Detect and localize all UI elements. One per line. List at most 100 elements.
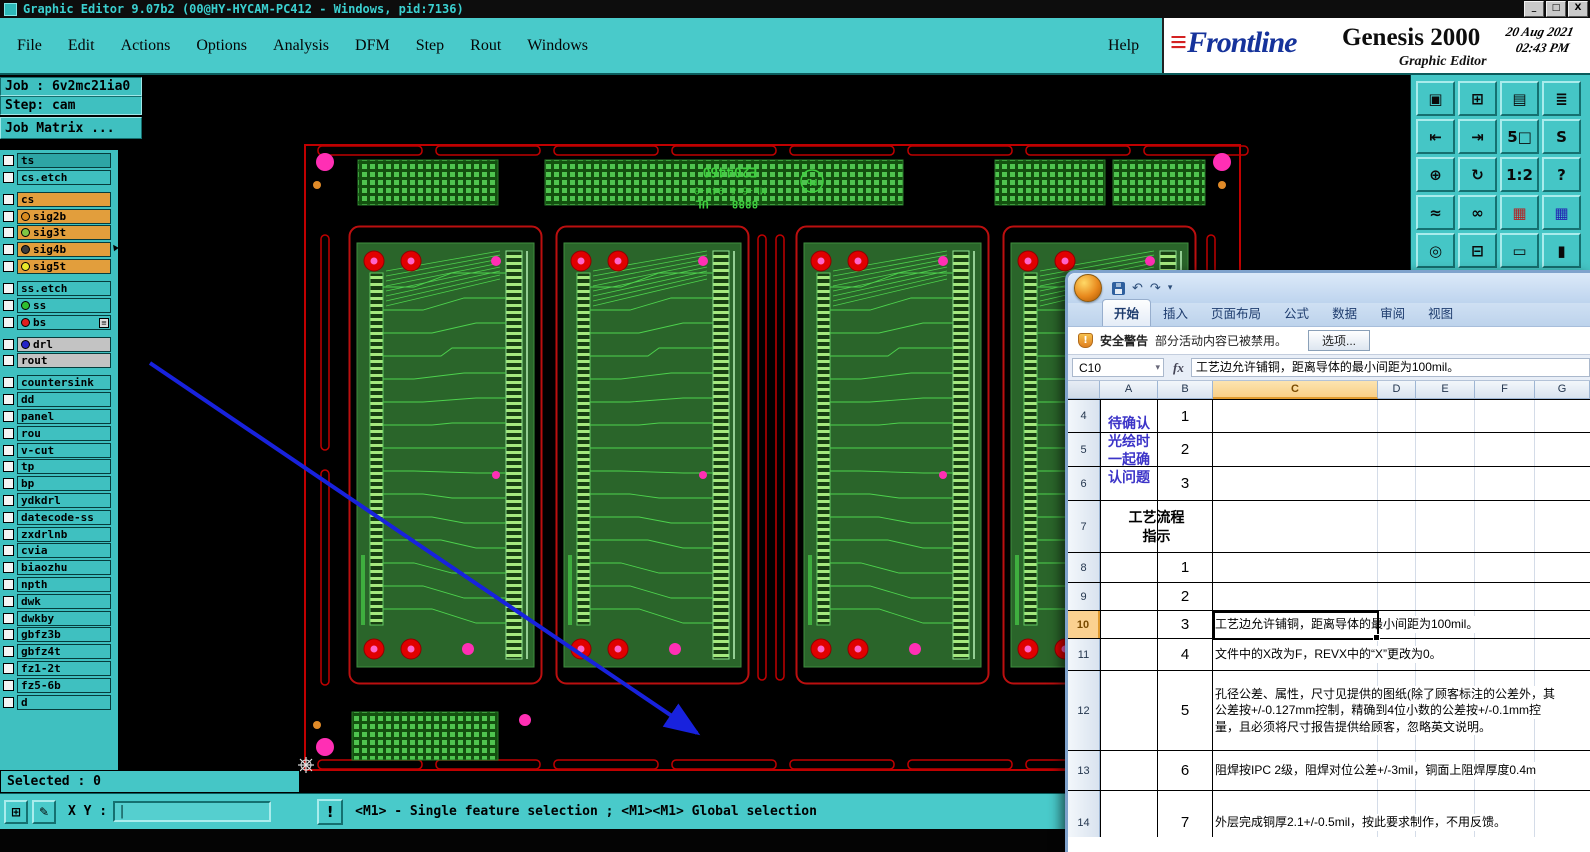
row-header-4[interactable]: 4 xyxy=(1068,400,1100,432)
ribbon-tab-3[interactable]: 公式 xyxy=(1273,300,1320,326)
cell-B12[interactable]: 5 xyxy=(1158,671,1213,750)
cell-A14[interactable] xyxy=(1100,791,1158,837)
layer-checkbox-fz1-2t[interactable] xyxy=(3,662,14,674)
formula-input[interactable]: 工艺边允许铺铜，距离导体的最小间距为100mil。 xyxy=(1190,358,1590,377)
layer-checkbox-cvia[interactable] xyxy=(3,545,14,557)
cell-D5[interactable] xyxy=(1378,433,1416,466)
tool-rotate-button[interactable]: ↻ xyxy=(1458,157,1497,192)
select-all-corner[interactable] xyxy=(1068,381,1100,399)
layer-item-dd[interactable]: dd xyxy=(17,392,111,408)
spreadsheet-grid[interactable]: A B C D E F G 4 1 5 2 6 3 7 8 1 9 2 10 3 工艺边允许铺铜，距离导体的最小间距为1… xyxy=(1068,381,1590,837)
grid-toggle-button[interactable]: ⊞ xyxy=(4,799,28,824)
ribbon-tab-0[interactable]: 开始 xyxy=(1102,299,1152,326)
layer-item-zxdrlnb[interactable]: zxdrlnb xyxy=(17,526,111,542)
layer-item-drl[interactable]: drl xyxy=(17,336,111,352)
layer-item-fz5-6b[interactable]: fz5-6b xyxy=(17,677,111,693)
layer-checkbox-ss.etch[interactable] xyxy=(3,282,14,294)
cell-C8[interactable] xyxy=(1213,553,1378,582)
cell-B8[interactable]: 1 xyxy=(1158,553,1213,582)
layer-item-ydkdrl[interactable]: ydkdrl xyxy=(17,492,111,508)
cell-G8[interactable] xyxy=(1535,553,1590,582)
tool-netlist-button[interactable]: ∞ xyxy=(1458,195,1497,230)
layer-item-tp[interactable]: tp xyxy=(17,459,111,475)
layer-item-npth[interactable]: npth xyxy=(17,576,111,592)
layer-item-sig3t[interactable]: sig3t xyxy=(17,225,111,241)
cell-C5[interactable] xyxy=(1213,433,1378,466)
layer-item-panel[interactable]: panel xyxy=(17,408,111,424)
layer-item-datecode-ss[interactable]: datecode-ss xyxy=(17,509,111,525)
cell-G13[interactable] xyxy=(1535,751,1590,790)
tool-zoom-1-2-button[interactable]: 1:2 xyxy=(1500,157,1539,192)
layer-checkbox-drl[interactable] xyxy=(3,338,14,350)
undo-icon[interactable]: ↶ xyxy=(1132,281,1143,296)
cell-G5[interactable] xyxy=(1535,433,1590,466)
cell-C9[interactable] xyxy=(1213,583,1378,610)
cell-F10[interactable] xyxy=(1475,611,1535,638)
row-header-9[interactable]: 9 xyxy=(1068,583,1100,610)
cell-A10[interactable] xyxy=(1100,611,1158,638)
tool-profile-button[interactable]: ≈ xyxy=(1416,195,1455,230)
cell-F5[interactable] xyxy=(1475,433,1535,466)
close-button[interactable]: X xyxy=(1568,1,1588,17)
cell-B4[interactable]: 1 xyxy=(1158,400,1213,432)
menu-actions[interactable]: Actions xyxy=(121,37,171,55)
cell-G9[interactable] xyxy=(1535,583,1590,610)
cell-C7[interactable] xyxy=(1213,501,1378,552)
layer-item-sig2b[interactable]: sig2b xyxy=(17,208,111,224)
cell-D4[interactable] xyxy=(1378,400,1416,432)
cell-A11[interactable] xyxy=(1100,639,1158,670)
name-box-dropdown-icon[interactable]: ▾ xyxy=(1155,362,1160,373)
layer-checkbox-sig3t[interactable] xyxy=(3,227,14,239)
qat-dropdown-icon[interactable]: ▾ xyxy=(1168,283,1173,293)
column-header-D[interactable]: D xyxy=(1378,381,1416,399)
tool-help-button[interactable]: ? xyxy=(1542,157,1581,192)
row-header-8[interactable]: 8 xyxy=(1068,553,1100,582)
save-icon[interactable] xyxy=(1112,281,1125,295)
cell-B14[interactable]: 7 xyxy=(1158,791,1213,837)
menu-file[interactable]: File xyxy=(17,37,42,55)
layer-item-cvia[interactable]: cvia xyxy=(17,543,111,559)
cell-F9[interactable] xyxy=(1475,583,1535,610)
row-header-7[interactable]: 7 xyxy=(1068,501,1100,552)
layer-checkbox-cs[interactable] xyxy=(3,193,14,205)
cell-C4[interactable] xyxy=(1213,400,1378,432)
layer-item-bp[interactable]: bp xyxy=(17,476,111,492)
cell-D8[interactable] xyxy=(1378,553,1416,582)
tool-fit-all-button[interactable]: ⊕ xyxy=(1416,157,1455,192)
cell-E8[interactable] xyxy=(1416,553,1475,582)
menu-edit[interactable]: Edit xyxy=(68,37,95,55)
column-header-G[interactable]: G xyxy=(1535,381,1590,399)
layer-checkbox-ss[interactable] xyxy=(3,299,14,311)
layer-checkbox-panel[interactable] xyxy=(3,410,14,422)
security-options-button[interactable]: 选项... xyxy=(1308,330,1371,351)
cell-D6[interactable] xyxy=(1378,467,1416,500)
merged-cell-a7[interactable]: 工艺流程 指示 xyxy=(1101,501,1212,553)
job-matrix-button[interactable]: Job Matrix ... xyxy=(0,117,142,139)
layer-item-ss[interactable]: ss xyxy=(17,297,111,313)
tool-fill-button[interactable]: ▮ xyxy=(1542,233,1581,268)
fill-handle[interactable] xyxy=(1373,634,1380,641)
layer-checkbox-ydkdrl[interactable] xyxy=(3,494,14,506)
menu-windows[interactable]: Windows xyxy=(527,37,588,55)
menu-rout[interactable]: Rout xyxy=(470,37,501,55)
menu-dfm[interactable]: DFM xyxy=(355,37,390,55)
cell-A12[interactable] xyxy=(1100,671,1158,750)
layer-item-ss.etch[interactable]: ss.etch xyxy=(17,280,111,296)
layer-item-sig5t[interactable]: sig5t xyxy=(17,258,111,274)
cell-E5[interactable] xyxy=(1416,433,1475,466)
layer-checkbox-bs[interactable] xyxy=(3,316,14,328)
row-header-10[interactable]: 10 xyxy=(1068,611,1100,638)
layer-checkbox-bp[interactable] xyxy=(3,478,14,490)
cell-A9[interactable] xyxy=(1100,583,1158,610)
layer-item-gbfz3b[interactable]: gbfz3b xyxy=(17,627,111,643)
layer-checkbox-fz5-6b[interactable] xyxy=(3,679,14,691)
office-button[interactable] xyxy=(1074,274,1102,302)
layer-checkbox-npth[interactable] xyxy=(3,578,14,590)
draw-mode-button[interactable]: ✎ xyxy=(32,799,56,824)
ribbon-tab-5[interactable]: 审阅 xyxy=(1369,300,1416,326)
tool-layer-stack-button[interactable]: ≣ xyxy=(1542,81,1581,116)
layer-item-v-cut[interactable]: v-cut xyxy=(17,442,111,458)
cell-G14[interactable] xyxy=(1535,791,1590,837)
layer-checkbox-biaozhu[interactable] xyxy=(3,562,14,574)
cell-D9[interactable] xyxy=(1378,583,1416,610)
